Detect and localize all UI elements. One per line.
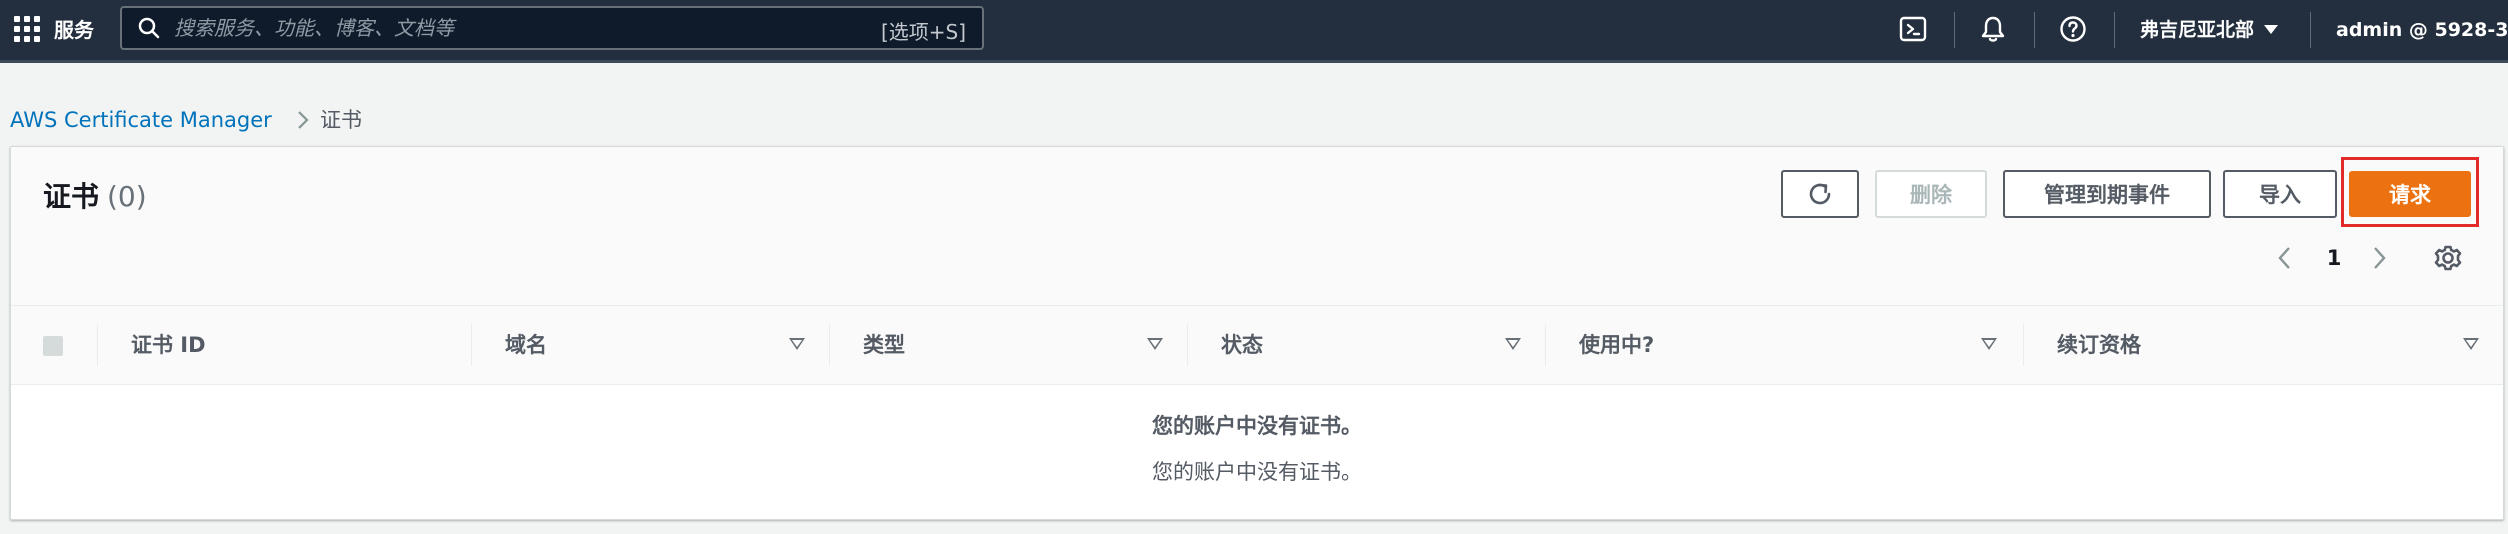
delete-button[interactable]: 删除: [1875, 170, 1987, 218]
notifications-bell-icon[interactable]: [1978, 14, 2008, 44]
pagination-current-page[interactable]: 1: [2321, 243, 2347, 273]
column-renewal-eligibility[interactable]: 续订资格: [2023, 306, 2503, 384]
table-header: 证书 ID 域名 类型 状态 使用中? 续订资格: [11, 305, 2503, 385]
select-all-checkbox[interactable]: [43, 336, 63, 356]
region-selector[interactable]: 弗吉尼亚北部: [2140, 16, 2254, 44]
page-title: 证书: [43, 180, 100, 213]
request-button[interactable]: 请求: [2349, 171, 2471, 217]
column-status[interactable]: 状态: [1187, 306, 1545, 384]
column-header-label: 证书 ID: [131, 333, 206, 357]
sort-icon[interactable]: [2463, 338, 2479, 350]
nav-divider: [2114, 12, 2115, 48]
services-menu-label[interactable]: 服务: [54, 16, 94, 44]
manage-expiry-events-button[interactable]: 管理到期事件: [2003, 170, 2211, 218]
breadcrumb-root-link[interactable]: AWS Certificate Manager: [10, 108, 272, 132]
help-icon[interactable]: [2058, 14, 2088, 44]
gear-icon[interactable]: [2431, 241, 2465, 275]
nav-divider: [1954, 12, 1955, 48]
panel-header: 证书 (0) 删除 管理到期事件 导入 请求 1: [11, 147, 2503, 305]
cloudshell-icon[interactable]: [1898, 14, 1928, 44]
chevron-right-icon[interactable]: [2367, 243, 2391, 273]
breadcrumb-current: 证书: [320, 108, 362, 132]
column-type[interactable]: 类型: [829, 306, 1187, 384]
sort-icon[interactable]: [789, 338, 805, 350]
refresh-button[interactable]: [1781, 170, 1859, 218]
sort-icon[interactable]: [1505, 338, 1521, 350]
column-header-label: 续订资格: [2057, 333, 2141, 357]
nav-divider: [2310, 12, 2311, 48]
refresh-icon: [1809, 183, 1831, 205]
account-menu[interactable]: admin @ 5928-307: [2336, 16, 2508, 44]
caret-down-icon[interactable]: [2264, 25, 2278, 34]
chevron-left-icon[interactable]: [2273, 243, 2297, 273]
import-button[interactable]: 导入: [2223, 170, 2337, 218]
nav-divider: [2034, 12, 2035, 48]
chevron-right-icon: [298, 111, 309, 129]
column-header-label: 状态: [1221, 333, 1263, 357]
search-box[interactable]: [选项+S]: [120, 6, 984, 50]
search-shortcut-hint: [选项+S]: [880, 20, 966, 44]
column-domain[interactable]: 域名: [471, 306, 829, 384]
empty-state-message: 您的账户中没有证书。: [1152, 460, 1362, 484]
column-in-use[interactable]: 使用中?: [1545, 306, 2023, 384]
column-certificate-id[interactable]: 证书 ID: [97, 306, 471, 384]
services-grid-icon[interactable]: [14, 16, 42, 44]
certificate-count: (0): [107, 180, 147, 213]
sort-icon[interactable]: [1981, 338, 1997, 350]
column-header-label: 域名: [505, 333, 547, 357]
search-input[interactable]: [174, 8, 734, 48]
sort-icon[interactable]: [1147, 338, 1163, 350]
search-icon: [138, 17, 160, 39]
certificates-panel: 证书 (0) 删除 管理到期事件 导入 请求 1 证书 ID 域名 类型 状态 …: [10, 146, 2504, 520]
breadcrumb: AWS Certificate Manager 证书: [10, 106, 362, 134]
empty-state-title: 您的账户中没有证书。: [1152, 414, 1362, 438]
column-header-label: 类型: [863, 333, 905, 357]
column-header-label: 使用中?: [1579, 333, 1655, 357]
top-navigation-bar: 服务 [选项+S] 弗吉尼亚北部 admin @ 5928-307: [0, 0, 2508, 63]
